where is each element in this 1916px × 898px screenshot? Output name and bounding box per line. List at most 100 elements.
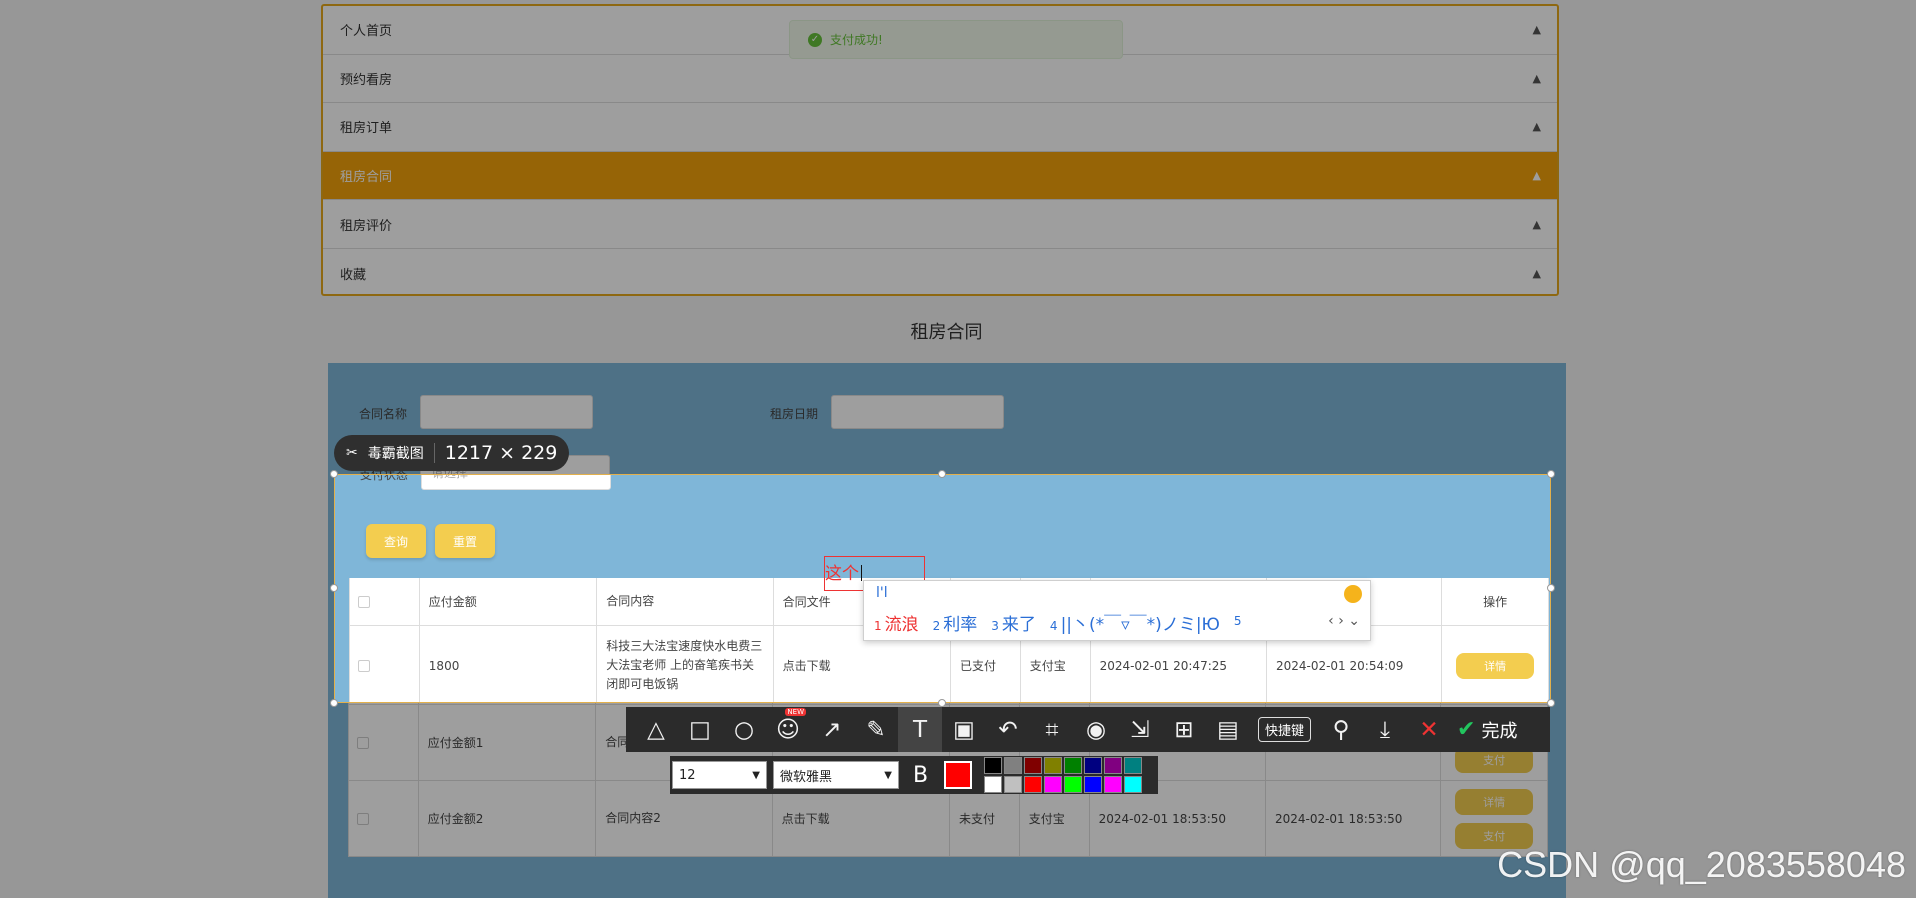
- resize-handle-ne[interactable]: [1547, 470, 1555, 478]
- shortcut-keys-button[interactable]: 快捷键: [1258, 717, 1312, 742]
- scissors-icon: ✂: [346, 445, 358, 461]
- resize-handle-w[interactable]: [330, 584, 338, 592]
- detail-button[interactable]: 详情: [1456, 652, 1535, 679]
- color-swatch[interactable]: [1084, 776, 1103, 793]
- color-swatch[interactable]: [1064, 757, 1083, 774]
- capture-toolbar: △ □ ○ ☺ NEW ↗ ✎ T ▣ ↶ ⌗ ◉ ⇲ ⊞ ▤ 快捷键 ⚲ ⤓ ✕ ✔ 完成: [626, 707, 1550, 752]
- rent-date-label: 租房日期: [770, 407, 819, 421]
- resize-handle-s[interactable]: [938, 699, 946, 707]
- ime-candidate[interactable]: 2 利率: [933, 610, 978, 635]
- bold-toggle[interactable]: B: [913, 763, 928, 788]
- text-caret: [861, 565, 862, 581]
- long-capture-icon[interactable]: ⇲: [1118, 707, 1162, 752]
- resize-handle-e[interactable]: [1547, 584, 1555, 592]
- ellipse-icon[interactable]: ○: [722, 707, 766, 752]
- ime-candidate-text: 来了: [1001, 615, 1036, 635]
- ime-skin-icon[interactable]: [1344, 585, 1362, 603]
- home-icon: ▲: [1532, 169, 1541, 183]
- detail-button[interactable]: 详情: [1455, 788, 1534, 815]
- reset-button[interactable]: 重置: [435, 524, 495, 558]
- color-swatch[interactable]: [1044, 757, 1063, 774]
- color-swatch[interactable]: [1044, 776, 1063, 793]
- arrow-icon[interactable]: ↗: [810, 707, 854, 752]
- home-icon: ▲: [1532, 23, 1541, 37]
- home-icon: ▲: [1532, 71, 1541, 85]
- ime-candidate-text: 流浪: [884, 615, 919, 635]
- color-swatch[interactable]: [1104, 757, 1123, 774]
- done-button[interactable]: ✔ 完成: [1457, 717, 1517, 743]
- caret-down-icon: ▼: [884, 769, 892, 781]
- color-swatch[interactable]: [1064, 776, 1083, 793]
- menu-item-label: 租房合同: [340, 170, 393, 186]
- ime-candidate[interactable]: 3 来了: [991, 610, 1036, 635]
- close-icon[interactable]: ✕: [1407, 707, 1451, 752]
- shape-icon[interactable]: △: [634, 707, 678, 752]
- text-icon[interactable]: T: [898, 707, 942, 752]
- menu-item-label: 租房订单: [340, 121, 393, 137]
- resize-handle-nw[interactable]: [330, 470, 338, 478]
- color-swatch[interactable]: [1004, 757, 1023, 774]
- color-swatch[interactable]: [1124, 757, 1143, 774]
- color-swatch[interactable]: [984, 776, 1003, 793]
- ime-candidate-window: l'l 1 流浪 2 利率 3 来了 4 ||丶(*￣▿￣*)ノミ|Ю 5 ‹ › ⌄: [863, 580, 1371, 641]
- capture-info-badge: ✂ 毒霸截图 1217 × 229: [334, 435, 570, 471]
- check-circle-icon: ✓: [808, 32, 822, 47]
- row-checkbox[interactable]: [357, 812, 369, 825]
- row-select-cell[interactable]: [350, 626, 420, 702]
- mosaic-icon[interactable]: ▣: [942, 707, 986, 752]
- row-checkbox[interactable]: [358, 659, 370, 672]
- font-family-value: 微软雅黑: [780, 769, 833, 785]
- color-swatch[interactable]: [1084, 757, 1103, 774]
- contract-name-input[interactable]: [420, 395, 593, 429]
- comment-icon[interactable]: ▤: [1206, 707, 1250, 752]
- menu-item[interactable]: 租房评价 ▲: [323, 200, 1557, 249]
- color-swatch[interactable]: [1024, 776, 1043, 793]
- ime-candidate-text: ||丶(*￣▿￣*)ノミ|Ю: [1060, 615, 1220, 635]
- menu-item[interactable]: 收藏 ▲: [323, 249, 1557, 298]
- select-all-cell[interactable]: [350, 578, 420, 625]
- ime-candidate-number: 2: [932, 619, 941, 633]
- row-checkbox[interactable]: [357, 736, 369, 749]
- menu-item[interactable]: 租房订单 ▲: [323, 103, 1557, 152]
- ime-candidate-number: 1: [874, 619, 882, 633]
- emoji-icon[interactable]: ☺ NEW: [766, 707, 810, 752]
- ime-candidate[interactable]: 1 流浪: [874, 610, 919, 635]
- color-swatch[interactable]: [1104, 776, 1123, 793]
- current-color-swatch[interactable]: [944, 761, 973, 789]
- pin-icon[interactable]: ⚲: [1319, 707, 1363, 752]
- pin-add-icon[interactable]: ⊞: [1162, 707, 1206, 752]
- table-cell: 2024-02-01 18:53:50: [1266, 781, 1442, 856]
- font-family-select[interactable]: 微软雅黑 ▼: [773, 761, 899, 789]
- rent-date-input[interactable]: [831, 395, 1004, 429]
- font-size-value: 12: [679, 767, 696, 783]
- rectangle-icon[interactable]: □: [678, 707, 722, 752]
- menu-item-label: 收藏: [340, 267, 367, 283]
- marker-icon[interactable]: ✎: [854, 707, 898, 752]
- ocr-icon[interactable]: ⌗: [1030, 707, 1074, 752]
- pay-status-label: 支付状态: [360, 474, 409, 482]
- color-swatch[interactable]: [1024, 757, 1043, 774]
- menu-item[interactable]: 预约看房 ▲: [323, 55, 1557, 104]
- undo-icon[interactable]: ↶: [986, 707, 1030, 752]
- query-button[interactable]: 查询: [366, 524, 426, 558]
- ime-candidate[interactable]: 4 ||丶(*￣▿￣*)ノミ|Ю: [1050, 610, 1220, 635]
- select-all-checkbox[interactable]: [358, 595, 370, 608]
- record-icon[interactable]: ◉: [1074, 707, 1118, 752]
- color-swatch[interactable]: [1004, 776, 1023, 793]
- ime-candidates: 1 流浪 2 利率 3 来了 4 ||丶(*￣▿￣*)ノミ|Ю 5: [874, 610, 1245, 635]
- row-select-cell[interactable]: [349, 781, 419, 856]
- resize-handle-n[interactable]: [938, 470, 946, 478]
- color-swatch[interactable]: [984, 757, 1003, 774]
- new-badge: NEW: [785, 708, 806, 716]
- resize-handle-se[interactable]: [1547, 699, 1555, 707]
- menu-item[interactable]: 租房合同 ▲: [323, 151, 1557, 201]
- color-swatch[interactable]: [1124, 776, 1143, 793]
- row-select-cell[interactable]: [349, 705, 419, 780]
- ime-nav-icons[interactable]: ‹ › ⌄: [1328, 613, 1360, 629]
- resize-handle-sw[interactable]: [330, 699, 338, 707]
- pay-status-select[interactable]: 请选择: [421, 475, 611, 490]
- download-icon[interactable]: ⤓: [1363, 707, 1407, 752]
- font-size-select[interactable]: 12 ▼: [672, 761, 767, 789]
- ime-candidate[interactable]: 5: [1234, 610, 1245, 635]
- table-cell: 1800: [420, 626, 598, 702]
